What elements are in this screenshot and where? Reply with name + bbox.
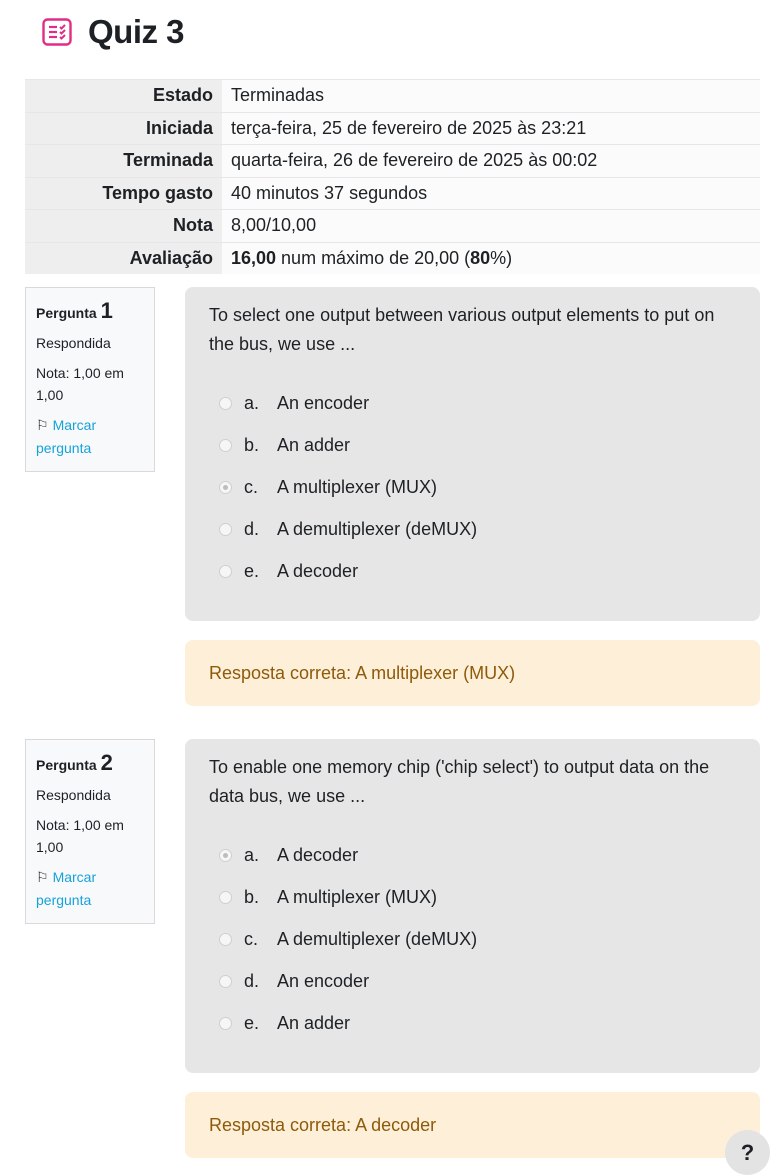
- summary-value: Terminadas: [222, 79, 760, 112]
- radio-button[interactable]: [219, 564, 232, 578]
- page-header: Quiz 3: [40, 10, 185, 54]
- question-label: Pergunta: [36, 305, 97, 321]
- answer-option-d[interactable]: d. An encoder: [209, 960, 736, 1002]
- grade-max-text: num máximo de 20,00 (: [276, 247, 471, 268]
- answer-option-d[interactable]: d. A demultiplexer (deMUX): [209, 508, 736, 550]
- answer-letter: d.: [244, 518, 260, 539]
- summary-row-tempo-gasto: Tempo gasto 40 minutos 37 segundos: [25, 176, 760, 210]
- question-status: Respondida: [36, 335, 111, 351]
- radio-button[interactable]: [219, 890, 232, 904]
- summary-label: Nota: [25, 209, 222, 242]
- grade-score: 16,00: [231, 247, 277, 268]
- answer-option-c[interactable]: c. A multiplexer (MUX): [209, 466, 736, 508]
- summary-value: terça-feira, 25 de fevereiro de 2025 às …: [222, 111, 760, 145]
- answer-text: A decoder: [277, 560, 359, 581]
- summary-row-estado: Estado Terminadas: [25, 79, 760, 112]
- answer-list: a. An encoder b. An adder c. A multiplexer …: [209, 382, 736, 592]
- summary-label: Estado: [25, 79, 222, 112]
- question-info-1: Pergunta 1 Respondida Nota: 1,00 em 1,00…: [25, 287, 155, 472]
- answer-letter: e.: [244, 1012, 260, 1033]
- answer-letter: b.: [244, 886, 260, 907]
- radio-button[interactable]: [219, 1016, 232, 1030]
- answer-text: A multiplexer (MUX): [277, 476, 438, 497]
- answer-letter: a.: [244, 844, 260, 865]
- question-text: To select one output between various out…: [209, 305, 715, 354]
- radio-button[interactable]: [219, 974, 232, 988]
- summary-row-iniciada: Iniciada terça-feira, 25 de fevereiro de…: [25, 111, 760, 145]
- question-status: Respondida: [36, 787, 111, 803]
- question-number-value: 1: [100, 298, 113, 323]
- answer-text: A decoder: [277, 844, 359, 865]
- flag-question-link[interactable]: ⚐ Marcar pergunta: [36, 866, 154, 912]
- answer-option-c[interactable]: c. A demultiplexer (deMUX): [209, 918, 736, 960]
- attempt-summary-table: Estado Terminadas Iniciada terça-feira, …: [25, 79, 760, 274]
- question-grade: Nota: 1,00 em 1,00: [36, 817, 124, 855]
- summary-value: 8,00/10,00: [222, 209, 760, 242]
- question-grade: Nota: 1,00 em 1,00: [36, 365, 124, 403]
- answer-letter: a.: [244, 392, 260, 413]
- grade-percent-suffix: %): [490, 247, 513, 268]
- question-number: Pergunta 2: [36, 750, 154, 776]
- flag-question-link[interactable]: ⚐ Marcar pergunta: [36, 414, 154, 460]
- help-button[interactable]: ?: [725, 1130, 770, 1175]
- question-content-1: To select one output between various out…: [185, 287, 760, 621]
- answer-option-e[interactable]: e. A decoder: [209, 550, 736, 592]
- answer-letter: c.: [244, 928, 259, 949]
- quiz-icon: [40, 15, 74, 49]
- question-label: Pergunta: [36, 757, 97, 773]
- grade-percent: 80: [470, 247, 491, 268]
- answer-text: An adder: [277, 434, 351, 455]
- answer-text: An adder: [277, 1012, 351, 1033]
- radio-button[interactable]: [219, 396, 232, 410]
- answer-letter: d.: [244, 970, 260, 991]
- answer-option-b[interactable]: b. An adder: [209, 424, 736, 466]
- answer-option-a[interactable]: a. An encoder: [209, 382, 736, 424]
- flag-icon: ⚐: [36, 869, 49, 885]
- summary-value: quarta-feira, 26 de fevereiro de 2025 às…: [222, 144, 760, 177]
- answer-option-b[interactable]: b. A multiplexer (MUX): [209, 876, 736, 918]
- answer-letter: e.: [244, 560, 260, 581]
- answer-option-a[interactable]: a. A decoder: [209, 834, 736, 876]
- summary-label: Avaliação: [25, 241, 222, 274]
- summary-row-nota: Nota 8,00/10,00: [25, 209, 760, 242]
- answer-text: A demultiplexer (deMUX): [277, 928, 478, 949]
- radio-button[interactable]: [219, 932, 232, 946]
- summary-label: Terminada: [25, 144, 222, 177]
- answer-option-e[interactable]: e. An adder: [209, 1002, 736, 1044]
- answer-letter: c.: [244, 476, 259, 497]
- answer-text: An encoder: [277, 392, 370, 413]
- answer-letter: b.: [244, 434, 260, 455]
- radio-button-selected[interactable]: [219, 480, 232, 494]
- answer-text: An encoder: [277, 970, 370, 991]
- radio-button-selected[interactable]: [219, 848, 232, 862]
- question-content-2: To enable one memory chip ('chip select'…: [185, 739, 760, 1073]
- correct-answer-feedback-2: Resposta correta: A decoder: [185, 1092, 760, 1158]
- summary-row-avaliacao: Avaliação 16,00 num máximo de 20,00 (80%…: [25, 241, 760, 274]
- question-text: To enable one memory chip ('chip select'…: [209, 757, 710, 806]
- summary-value: 16,00 num máximo de 20,00 (80%): [222, 241, 760, 274]
- question-number: Pergunta 1: [36, 298, 154, 324]
- summary-row-terminada: Terminada quarta-feira, 26 de fevereiro …: [25, 144, 760, 177]
- page-title: Quiz 3: [88, 13, 185, 50]
- summary-value: 40 minutos 37 segundos: [222, 176, 760, 210]
- radio-button[interactable]: [219, 438, 232, 452]
- answer-list: a. A decoder b. A multiplexer (MUX) c. A de…: [209, 834, 736, 1044]
- correct-answer-feedback-1: Resposta correta: A multiplexer (MUX): [185, 640, 760, 706]
- answer-text: A multiplexer (MUX): [277, 886, 438, 907]
- summary-label: Tempo gasto: [25, 176, 222, 210]
- answer-text: A demultiplexer (deMUX): [277, 518, 478, 539]
- radio-button[interactable]: [219, 522, 232, 536]
- flag-icon: ⚐: [36, 417, 49, 433]
- question-info-2: Pergunta 2 Respondida Nota: 1,00 em 1,00…: [25, 739, 155, 924]
- question-number-value: 2: [100, 750, 113, 775]
- summary-label: Iniciada: [25, 111, 222, 145]
